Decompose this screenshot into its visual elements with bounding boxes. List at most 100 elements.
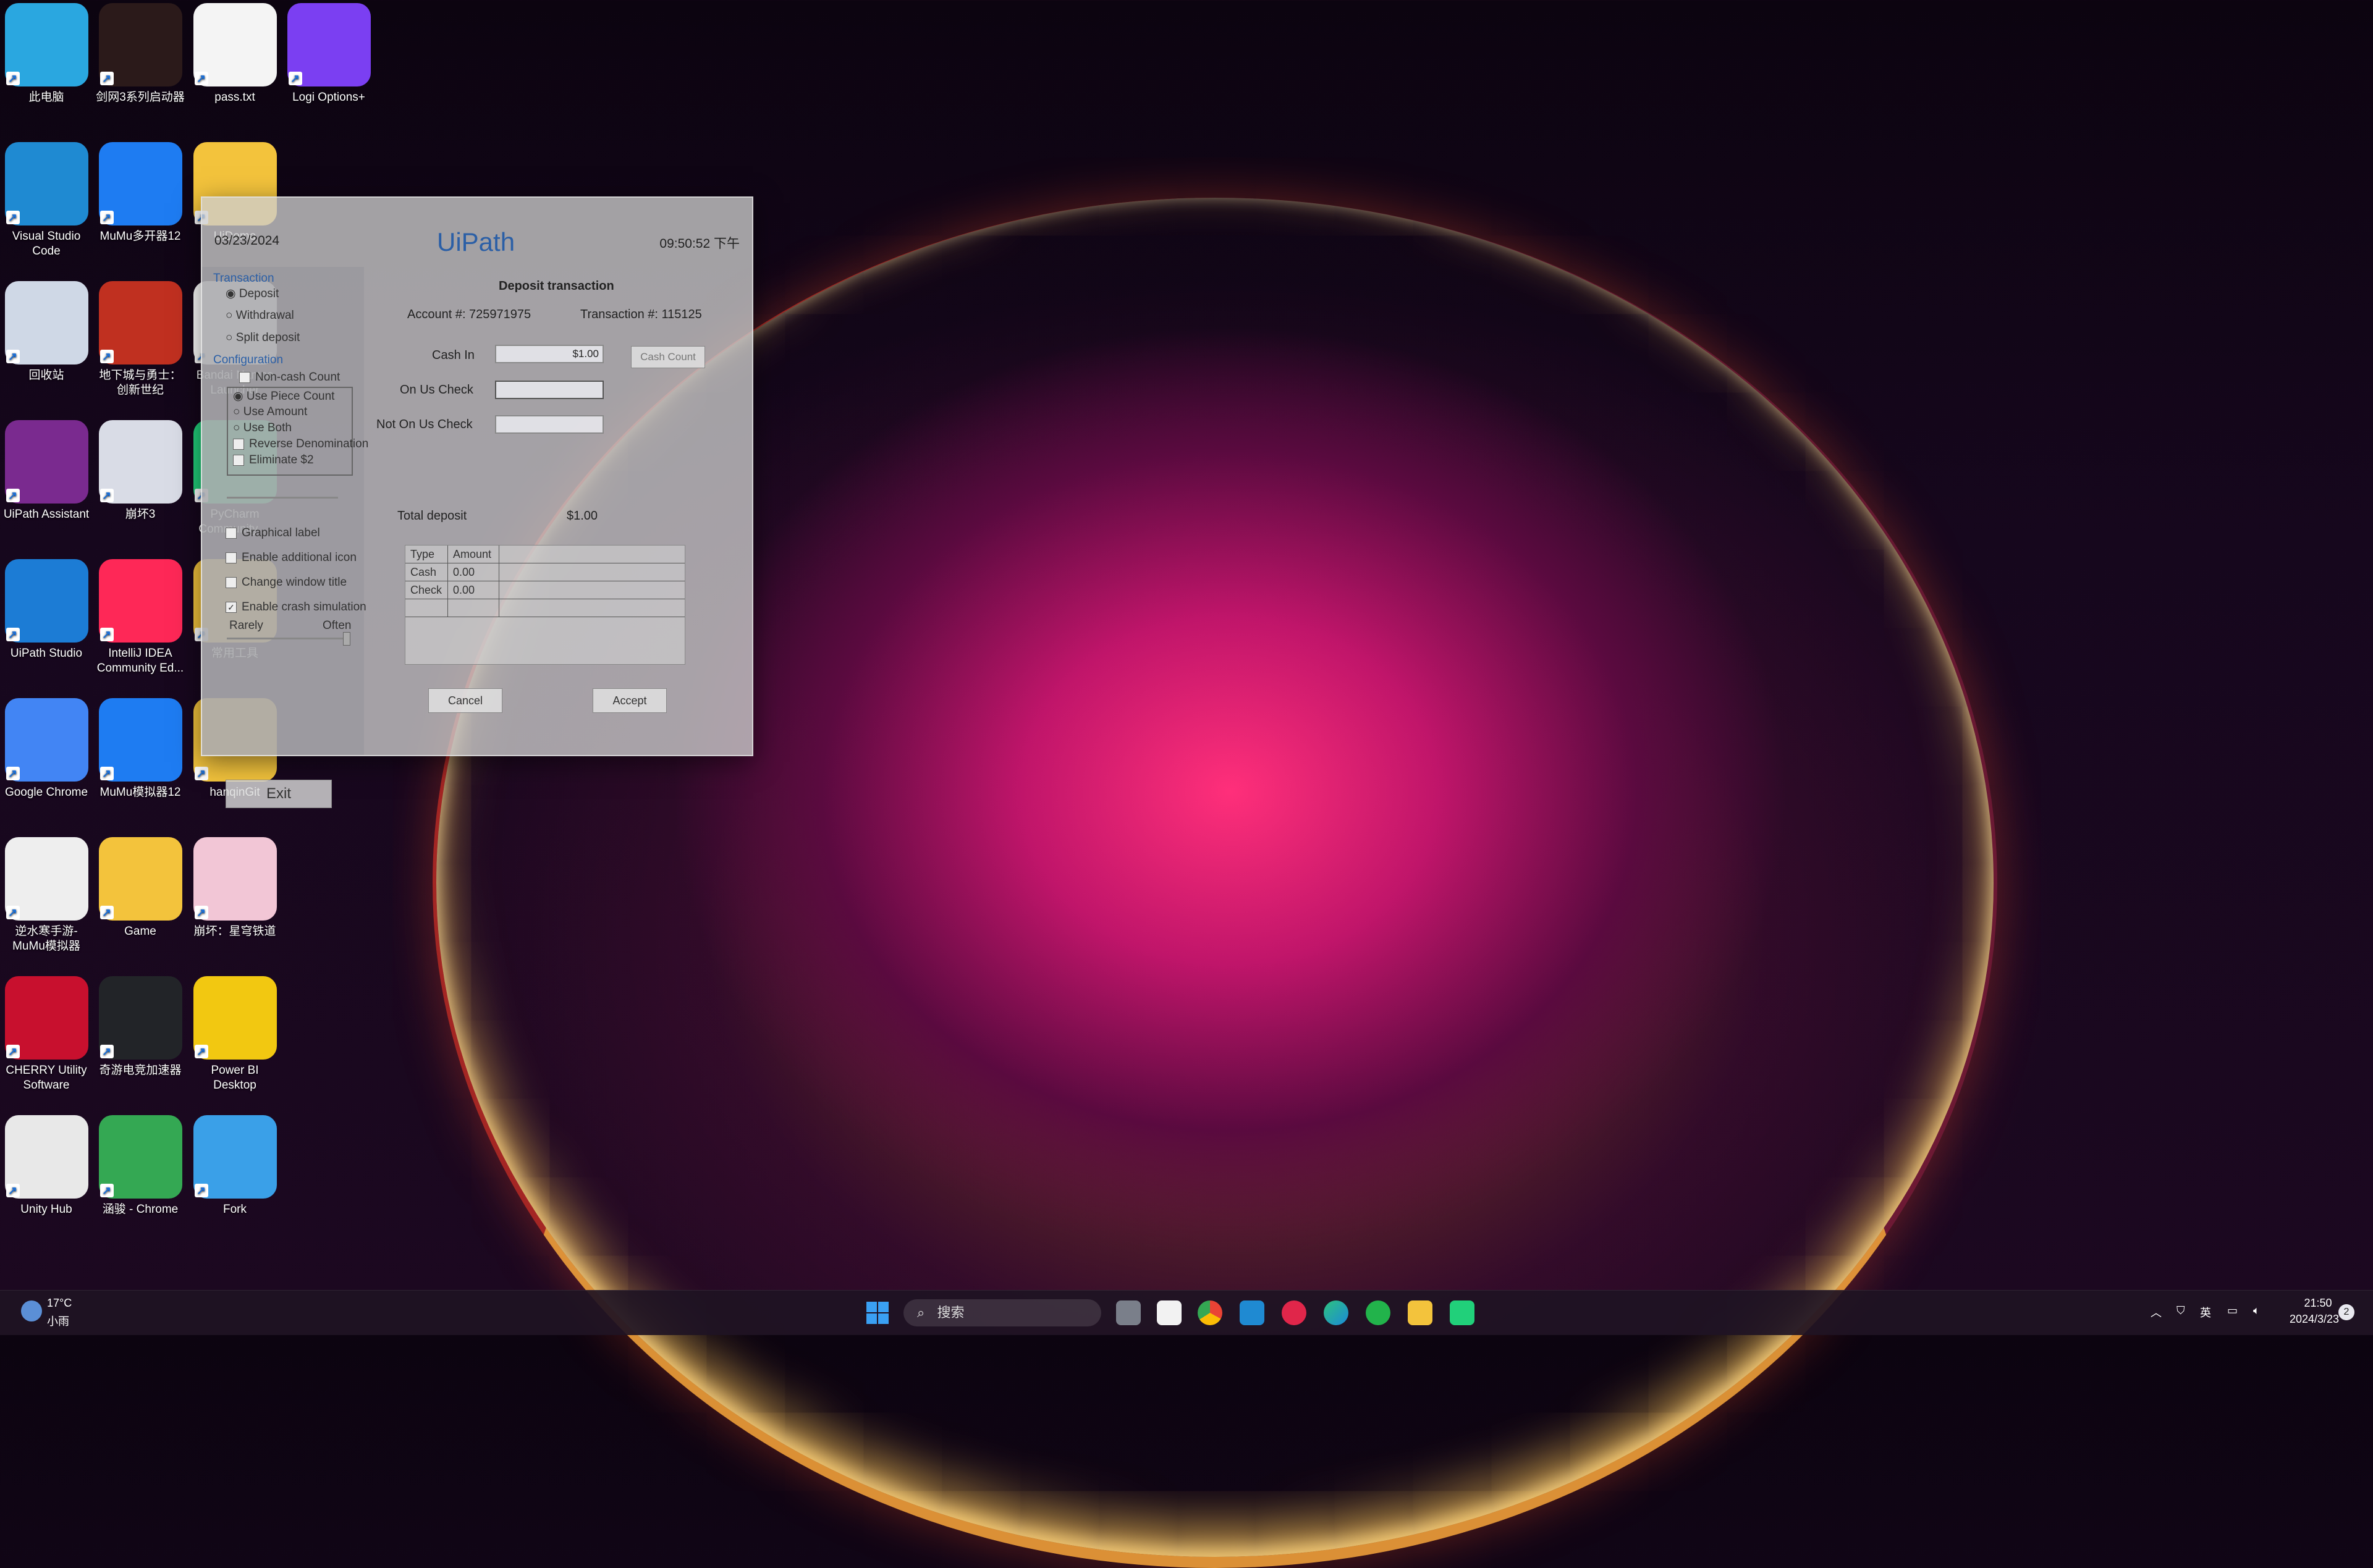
- transaction-number: Transaction #: 115125: [580, 308, 702, 321]
- tray-overflow-icon[interactable]: ︿: [2151, 1304, 2162, 1320]
- desktop-icon-label: MuMu多开器12: [99, 230, 181, 243]
- shortcut-arrow-icon: ↗: [194, 72, 208, 85]
- desktop-icon[interactable]: ↗ 地下城与勇士：创新世纪: [94, 281, 187, 398]
- radio-split-deposit[interactable]: ○ Split deposit: [226, 331, 300, 345]
- desktop-icon[interactable]: ↗ Unity Hub: [0, 1115, 93, 1217]
- desktop-icon[interactable]: ↗ MuMu多开器12: [94, 142, 187, 244]
- exit-button[interactable]: Exit: [226, 780, 332, 808]
- taskbar: 17°C 小雨 ⌕ 搜索 ︿ ⛉ 英 ▭ 🔈︎ 21:50 2024/3/23 …: [0, 1290, 2373, 1335]
- checkbox-enable-crash-simulation[interactable]: ✓ Enable crash simulation: [226, 601, 366, 614]
- desktop-icon[interactable]: ↗ Power BI Desktop: [188, 976, 281, 1093]
- weather-icon[interactable]: [21, 1300, 42, 1321]
- folder-icon: ↗: [98, 837, 182, 921]
- checkbox-graphical-label[interactable]: Graphical label: [226, 526, 320, 540]
- network-icon[interactable]: ▭: [2227, 1304, 2238, 1317]
- shortcut-arrow-icon: ↗: [6, 628, 20, 641]
- radio-use-both[interactable]: ○ Use Both: [233, 421, 292, 435]
- desktop-icon[interactable]: ↗ 涵骏 - Chrome: [94, 1115, 187, 1217]
- mumu-emulator-icon: ↗: [98, 698, 182, 782]
- radio-withdrawal[interactable]: ○ Withdrawal: [226, 309, 294, 322]
- checkbox-change-window-title[interactable]: Change window title: [226, 576, 347, 589]
- shortcut-arrow-icon: ↗: [99, 906, 114, 919]
- task-view-icon[interactable]: [1116, 1300, 1141, 1325]
- desktop-icon[interactable]: ↗ 回收站: [0, 281, 93, 383]
- taskbar-search[interactable]: ⌕ 搜索: [903, 1299, 1101, 1326]
- desktop-icon[interactable]: ↗ 崩坏：星穹铁道: [188, 837, 281, 939]
- slider-label-rarely: Rarely: [229, 619, 263, 632]
- table-row[interactable]: Cash 0.00: [405, 563, 685, 581]
- edge-taskbar-icon[interactable]: [1324, 1300, 1348, 1325]
- cash-in-field[interactable]: $1.00: [495, 345, 604, 363]
- desktop-icon[interactable]: ↗ Fork: [188, 1115, 281, 1217]
- radio-deposit[interactable]: ◉ Deposit: [226, 287, 279, 301]
- honkai3-icon: ↗: [98, 420, 182, 504]
- volume-icon[interactable]: 🔈︎: [2253, 1304, 2260, 1317]
- desktop-icon[interactable]: ↗ Game: [94, 837, 187, 939]
- desktop-icon[interactable]: ↗ IntelliJ IDEA Community Ed...: [94, 559, 187, 676]
- shortcut-arrow-icon: ↗: [99, 211, 114, 224]
- shortcut-arrow-icon: ↗: [288, 72, 302, 85]
- desktop-icon[interactable]: ↗ CHERRY Utility Software: [0, 976, 93, 1093]
- cash-count-button[interactable]: Cash Count: [631, 346, 705, 368]
- radio-use-piece-count[interactable]: ◉ Use Piece Count: [233, 389, 334, 403]
- desktop-icon[interactable]: ↗ Visual Studio Code: [0, 142, 93, 259]
- desktop-icon-label: 剑网3系列启动器: [96, 91, 185, 104]
- shortcut-arrow-icon: ↗: [6, 1184, 20, 1197]
- wechat-taskbar-icon[interactable]: [1366, 1300, 1390, 1325]
- slider-thumb[interactable]: [343, 632, 350, 646]
- notification-badge[interactable]: 2: [2338, 1304, 2354, 1320]
- left-panel: Transaction ◉ Deposit ○ Withdrawal ○ Spl…: [202, 267, 368, 808]
- option-reverse-denomination[interactable]: Reverse Denomination: [233, 437, 368, 451]
- slider-label-often: Often: [323, 619, 352, 632]
- desktop-icon-label: Logi Options+: [292, 91, 365, 104]
- desktop-icon[interactable]: ↗ Logi Options+: [282, 3, 375, 105]
- desktop-icon[interactable]: ↗ 逆水寒手游-MuMu模拟器: [0, 837, 93, 954]
- desktop-icon[interactable]: ↗ 剑网3系列启动器: [94, 3, 187, 105]
- notepad-icon[interactable]: [1157, 1300, 1182, 1325]
- shield-icon[interactable]: ⛉: [2176, 1304, 2185, 1317]
- vscode-taskbar-icon[interactable]: [1240, 1300, 1264, 1325]
- desktop-icon[interactable]: ↗ UiPath Assistant: [0, 420, 93, 522]
- weather-temp[interactable]: 17°C: [47, 1297, 72, 1310]
- desktop-icon-label: MuMu模拟器12: [99, 786, 181, 799]
- desktop-icon-label: Fork: [223, 1203, 247, 1216]
- not-on-us-check-field[interactable]: [495, 415, 604, 434]
- option-eliminate-2[interactable]: Eliminate $2: [233, 453, 314, 467]
- weather-desc[interactable]: 小雨: [47, 1313, 69, 1329]
- accept-button[interactable]: Accept: [593, 688, 667, 713]
- desktop-icon-label: Unity Hub: [20, 1203, 72, 1216]
- desktop-icon-label: 逆水寒手游-MuMu模拟器: [12, 925, 80, 953]
- file-explorer-taskbar-icon[interactable]: [1408, 1300, 1432, 1325]
- desktop-icon-label: 回收站: [28, 369, 64, 382]
- desktop-icon-label: 涵骏 - Chrome: [102, 1203, 179, 1216]
- nishuihan-icon: ↗: [4, 837, 88, 921]
- on-us-check-field[interactable]: [495, 381, 604, 399]
- table-row[interactable]: Check 0.00: [405, 581, 685, 599]
- start-button[interactable]: [865, 1300, 890, 1325]
- radio-use-amount[interactable]: ○ Use Amount: [233, 405, 307, 419]
- upper-slider-track[interactable]: [227, 497, 338, 499]
- desktop-icon[interactable]: ↗ MuMu模拟器12: [94, 698, 187, 800]
- checkbox-enable-additional-icon[interactable]: Enable additional icon: [226, 551, 357, 565]
- option-non-cash-count[interactable]: Non-cash Count: [239, 371, 340, 384]
- uipath-logo: UiPath: [437, 227, 515, 256]
- desktop-icon[interactable]: ↗ UiPath Studio: [0, 559, 93, 661]
- fork-icon: ↗: [193, 1115, 277, 1199]
- desktop-icon[interactable]: ↗ Google Chrome: [0, 698, 93, 800]
- app-taskbar-icon[interactable]: [1282, 1300, 1306, 1325]
- crash-frequency-slider[interactable]: [227, 632, 350, 646]
- vscode-icon: ↗: [4, 142, 88, 226]
- ime-indicator[interactable]: 英: [2200, 1304, 2211, 1320]
- table-row-empty[interactable]: [405, 599, 685, 617]
- desktop-icon[interactable]: ↗ 崩坏3: [94, 420, 187, 522]
- table-cell: 0.00: [448, 563, 499, 581]
- pycharm-taskbar-icon[interactable]: [1450, 1300, 1474, 1325]
- cancel-button[interactable]: Cancel: [428, 688, 502, 713]
- transaction-heading: Transaction: [213, 272, 274, 285]
- desktop-icon[interactable]: ↗ pass.txt: [188, 3, 281, 105]
- desktop-icon[interactable]: ↗ 此电脑: [0, 3, 93, 105]
- recycle-bin-icon: ↗: [4, 281, 88, 365]
- intellij-icon: ↗: [98, 559, 182, 643]
- chrome-taskbar-icon[interactable]: [1198, 1300, 1222, 1325]
- desktop-icon[interactable]: ↗ 奇游电竞加速器: [94, 976, 187, 1078]
